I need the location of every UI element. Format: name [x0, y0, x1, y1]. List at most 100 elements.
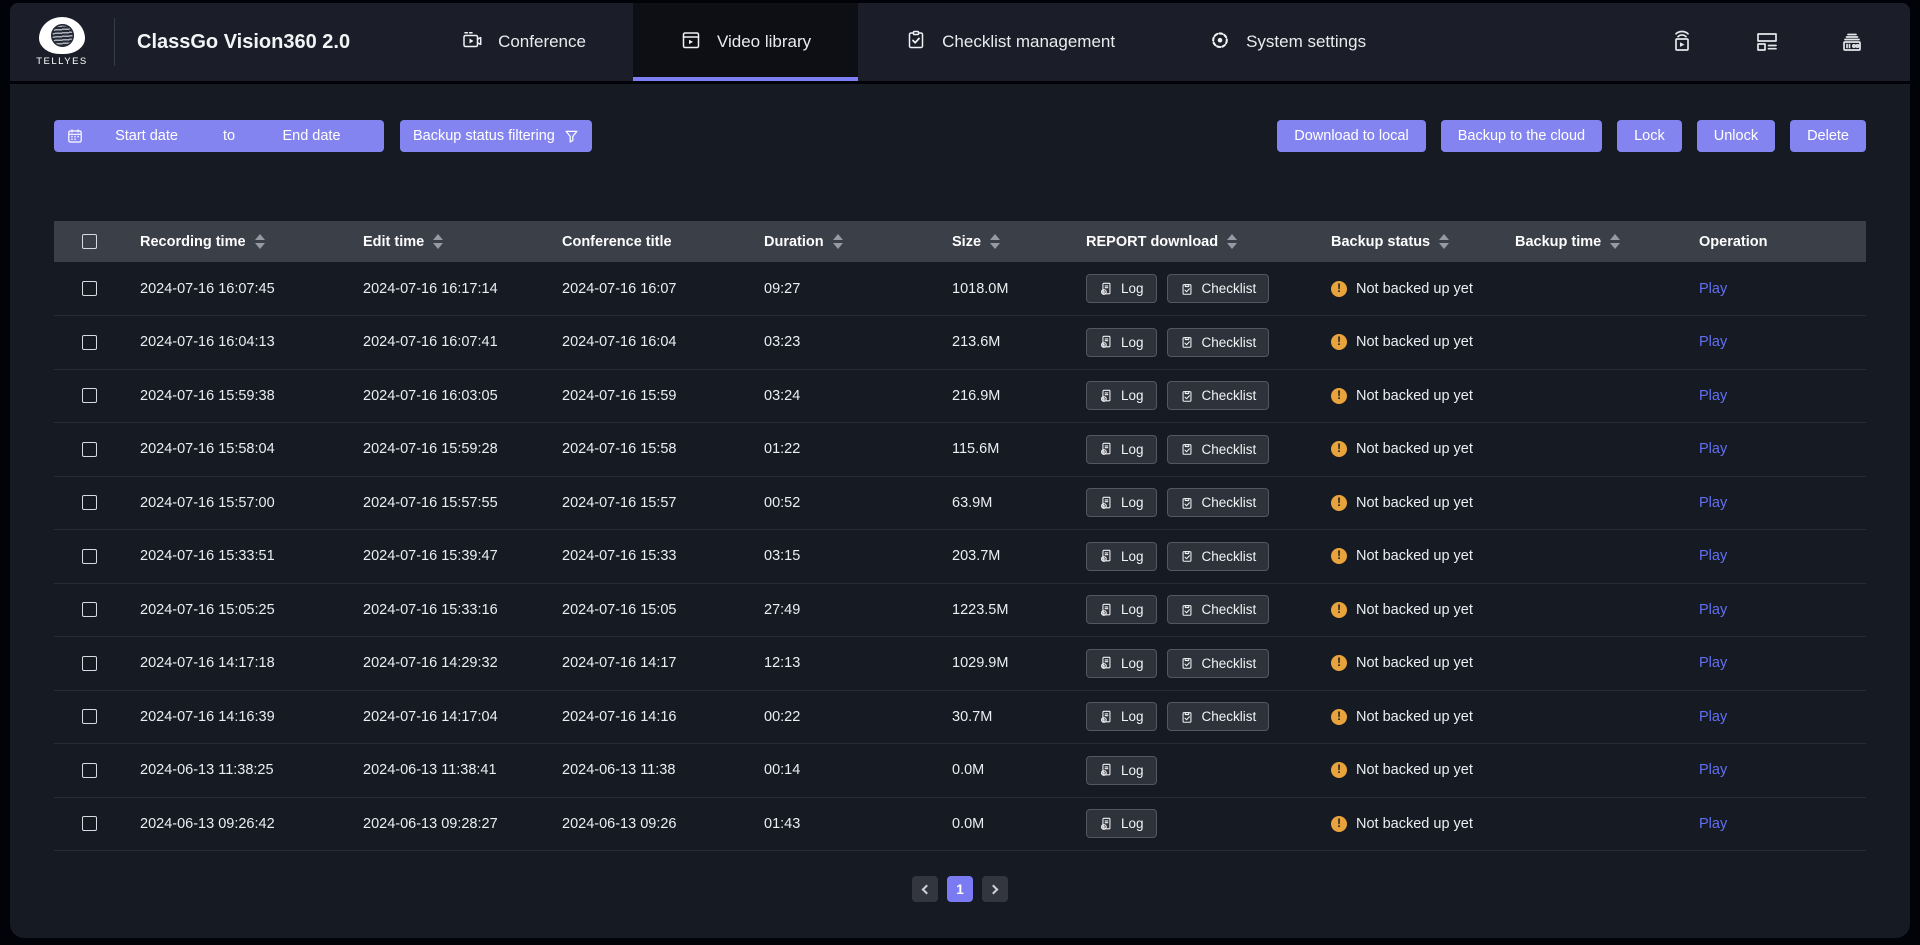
col-recording-time[interactable]: Recording time — [124, 221, 347, 262]
sort-icon[interactable] — [990, 234, 1000, 249]
row-checkbox[interactable] — [82, 335, 97, 350]
recorder-device-icon[interactable] — [1810, 27, 1894, 57]
backup-status-text: Not backed up yet — [1356, 281, 1473, 297]
operation-cell: Play — [1683, 316, 1866, 370]
edit-time-cell: 2024-07-16 14:17:04 — [347, 690, 546, 744]
play-link[interactable]: Play — [1699, 495, 1727, 511]
page-number-button[interactable]: 1 — [947, 876, 973, 902]
log-button[interactable]: Log — [1086, 328, 1157, 357]
col-backup-status[interactable]: Backup status — [1315, 221, 1499, 262]
checklist-button[interactable]: Checklist — [1167, 435, 1270, 464]
log-button[interactable]: Log — [1086, 756, 1157, 785]
col-report-download[interactable]: REPORT download — [1070, 221, 1315, 262]
play-link[interactable]: Play — [1699, 709, 1727, 725]
row-checkbox[interactable] — [82, 495, 97, 510]
log-file-icon — [1099, 282, 1113, 296]
next-page-button[interactable] — [982, 876, 1008, 902]
log-button[interactable]: Log — [1086, 649, 1157, 678]
edit-time-cell: 2024-07-16 14:29:32 — [347, 637, 546, 691]
backup-status-text: Not backed up yet — [1356, 816, 1473, 832]
play-link[interactable]: Play — [1699, 334, 1727, 350]
row-checkbox[interactable] — [82, 281, 97, 296]
log-button[interactable]: Log — [1086, 435, 1157, 464]
edit-time-cell: 2024-07-16 15:39:47 — [347, 530, 546, 584]
row-checkbox[interactable] — [82, 763, 97, 778]
date-range-picker[interactable]: Start date to End date — [54, 120, 384, 152]
checklist-button[interactable]: Checklist — [1167, 488, 1270, 517]
tab-conference[interactable]: Conference — [414, 3, 633, 81]
checklist-button[interactable]: Checklist — [1167, 702, 1270, 731]
delete-button[interactable]: Delete — [1790, 120, 1866, 152]
sort-icon[interactable] — [1610, 234, 1620, 249]
backup-time-cell — [1499, 369, 1683, 423]
lock-button[interactable]: Lock — [1617, 120, 1682, 152]
conference-title-cell: 2024-07-16 16:07 — [546, 262, 748, 316]
sort-icon[interactable] — [1439, 234, 1449, 249]
prev-page-button[interactable] — [912, 876, 938, 902]
checklist-button[interactable]: Checklist — [1167, 381, 1270, 410]
duration-cell: 00:14 — [748, 744, 936, 798]
checklist-button[interactable]: Checklist — [1167, 649, 1270, 678]
row-checkbox[interactable] — [82, 442, 97, 457]
sort-icon[interactable] — [433, 234, 443, 249]
col-size[interactable]: Size — [936, 221, 1070, 262]
play-link[interactable]: Play — [1699, 548, 1727, 564]
wireless-record-icon[interactable] — [1640, 27, 1724, 57]
col-conference-title: Conference title — [546, 221, 748, 262]
nav-tabs: Conference Video library Checklist manag… — [414, 3, 1413, 81]
col-backup-time[interactable]: Backup time — [1499, 221, 1683, 262]
operation-cell: Play — [1683, 744, 1866, 798]
row-checkbox[interactable] — [82, 656, 97, 671]
log-file-icon — [1099, 710, 1113, 724]
row-checkbox[interactable] — [82, 816, 97, 831]
play-link[interactable]: Play — [1699, 441, 1727, 457]
tab-system-settings[interactable]: System settings — [1162, 3, 1413, 81]
play-link[interactable]: Play — [1699, 762, 1727, 778]
row-checkbox[interactable] — [82, 709, 97, 724]
checklist-button[interactable]: Checklist — [1167, 595, 1270, 624]
play-link[interactable]: Play — [1699, 816, 1727, 832]
row-checkbox[interactable] — [82, 388, 97, 403]
select-all-checkbox[interactable] — [82, 234, 97, 249]
unlock-button[interactable]: Unlock — [1697, 120, 1775, 152]
layout-dashboard-icon[interactable] — [1725, 27, 1809, 57]
checklist-button[interactable]: Checklist — [1167, 328, 1270, 357]
download-to-local-button[interactable]: Download to local — [1277, 120, 1425, 152]
recording-time-cell: 2024-07-16 16:04:13 — [124, 316, 347, 370]
row-checkbox[interactable] — [82, 602, 97, 617]
sort-icon[interactable] — [1227, 234, 1237, 249]
backup-to-cloud-button[interactable]: Backup to the cloud — [1441, 120, 1602, 152]
log-button[interactable]: Log — [1086, 595, 1157, 624]
table-row: 2024-07-16 15:57:002024-07-16 15:57:5520… — [54, 476, 1866, 530]
sort-icon[interactable] — [833, 234, 843, 249]
end-date-input[interactable]: End date — [252, 128, 371, 144]
log-button[interactable]: Log — [1086, 381, 1157, 410]
start-date-input[interactable]: Start date — [87, 128, 206, 144]
play-link[interactable]: Play — [1699, 602, 1727, 618]
edit-time-cell: 2024-07-16 16:03:05 — [347, 369, 546, 423]
log-button[interactable]: Log — [1086, 274, 1157, 303]
calendar-icon — [67, 128, 83, 144]
backup-status-filter-button[interactable]: Backup status filtering — [400, 120, 592, 152]
checklist-button[interactable]: Checklist — [1167, 542, 1270, 571]
tab-checklist-management[interactable]: Checklist management — [858, 3, 1162, 81]
recordings-table: Recording time Edit time Conference titl… — [54, 221, 1866, 851]
checklist-clipboard-icon — [905, 29, 927, 56]
row-checkbox[interactable] — [82, 549, 97, 564]
col-edit-time[interactable]: Edit time — [347, 221, 546, 262]
tellyes-logo-icon — [39, 17, 85, 54]
play-link[interactable]: Play — [1699, 655, 1727, 671]
col-duration[interactable]: Duration — [748, 221, 936, 262]
play-link[interactable]: Play — [1699, 388, 1727, 404]
table-body: 2024-07-16 16:07:452024-07-16 16:17:1420… — [54, 262, 1866, 851]
sort-icon[interactable] — [255, 234, 265, 249]
checklist-button[interactable]: Checklist — [1167, 274, 1270, 303]
log-button[interactable]: Log — [1086, 702, 1157, 731]
backup-time-cell — [1499, 583, 1683, 637]
play-link[interactable]: Play — [1699, 281, 1727, 297]
tab-video-library[interactable]: Video library — [633, 3, 858, 81]
log-button[interactable]: Log — [1086, 488, 1157, 517]
log-button[interactable]: Log — [1086, 542, 1157, 571]
toolbar: Start date to End date Backup status fil… — [54, 120, 1866, 152]
log-button[interactable]: Log — [1086, 809, 1157, 838]
